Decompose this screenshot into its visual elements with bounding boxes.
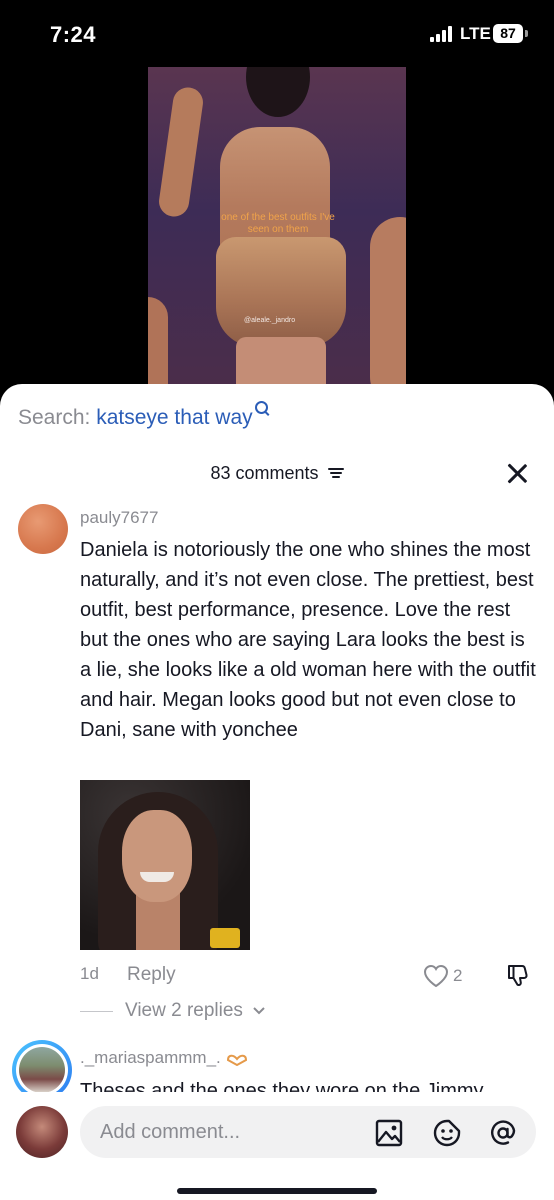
comment-username-text: ._mariaspammm_. [80, 1048, 221, 1067]
comment-input-container[interactable] [80, 1106, 536, 1158]
signal-icon [430, 26, 454, 42]
comment-age: 1d [80, 964, 99, 983]
heart-hands-emoji-icon [226, 1054, 247, 1066]
image-badge [210, 928, 240, 948]
view-replies-label: View 2 replies [125, 1000, 243, 1021]
avatar-photo [19, 1047, 65, 1093]
related-search[interactable]: Search: katseye that way [18, 401, 268, 430]
comment-input[interactable] [100, 1106, 350, 1158]
avatar-with-story-ring[interactable] [12, 1040, 72, 1100]
battery-icon: 87 [493, 24, 523, 43]
search-term[interactable]: katseye that way [96, 406, 252, 429]
home-indicator[interactable] [177, 1188, 377, 1194]
avatar-ring-gap [16, 1044, 68, 1096]
image-icon[interactable] [374, 1118, 404, 1148]
thumbs-down-icon[interactable] [506, 962, 532, 988]
replies-divider [80, 1011, 113, 1012]
video-caption: one of the best outfits I've seen on the… [221, 212, 335, 235]
emoji-icon[interactable] [432, 1118, 462, 1148]
like-count: 2 [453, 966, 463, 985]
filter-icon[interactable] [327, 467, 344, 479]
status-bar: 7:24 LTE 87 [0, 0, 554, 64]
video-side-figure-right [370, 217, 406, 387]
image-face [122, 810, 192, 902]
comment-text: Daniela is notoriously the one who shine… [80, 539, 536, 741]
search-icon [254, 401, 268, 414]
comments-header: 83 comments [0, 462, 554, 484]
video-figure-head [246, 67, 310, 117]
video-side-figure-left [148, 297, 168, 387]
network-type: LTE [460, 24, 491, 43]
comment-username[interactable]: pauly7677 [80, 508, 158, 528]
avatar[interactable] [18, 504, 68, 554]
close-icon[interactable] [504, 460, 530, 486]
comment-attached-image[interactable] [80, 780, 250, 950]
comments-sheet: Search: katseye that way 83 comments pau… [0, 384, 554, 1200]
comment-text: Theses and the ones they wore on the Jim… [80, 1080, 484, 1092]
heart-icon [423, 964, 449, 988]
at-icon[interactable] [488, 1118, 518, 1148]
chevron-down-icon [253, 1007, 265, 1015]
battery-tip [525, 30, 528, 37]
current-user-avatar[interactable] [16, 1106, 68, 1158]
reply-button[interactable]: Reply [127, 964, 176, 986]
video-figure-dress [216, 237, 346, 347]
comment-input-bar [0, 1092, 554, 1200]
video-figure-arm [157, 85, 205, 219]
video-figure-legs [236, 337, 326, 387]
video-watermark: @aleale._jandro [244, 317, 296, 324]
comment-username[interactable]: ._mariaspammm_. [80, 1048, 248, 1068]
image-smile [140, 872, 174, 882]
status-time: 7:24 [50, 22, 97, 47]
video-thumbnail[interactable]: one of the best outfits I've seen on the… [148, 67, 406, 387]
comment-count: 83 comments [210, 462, 319, 483]
search-prefix: Search: [18, 406, 91, 429]
